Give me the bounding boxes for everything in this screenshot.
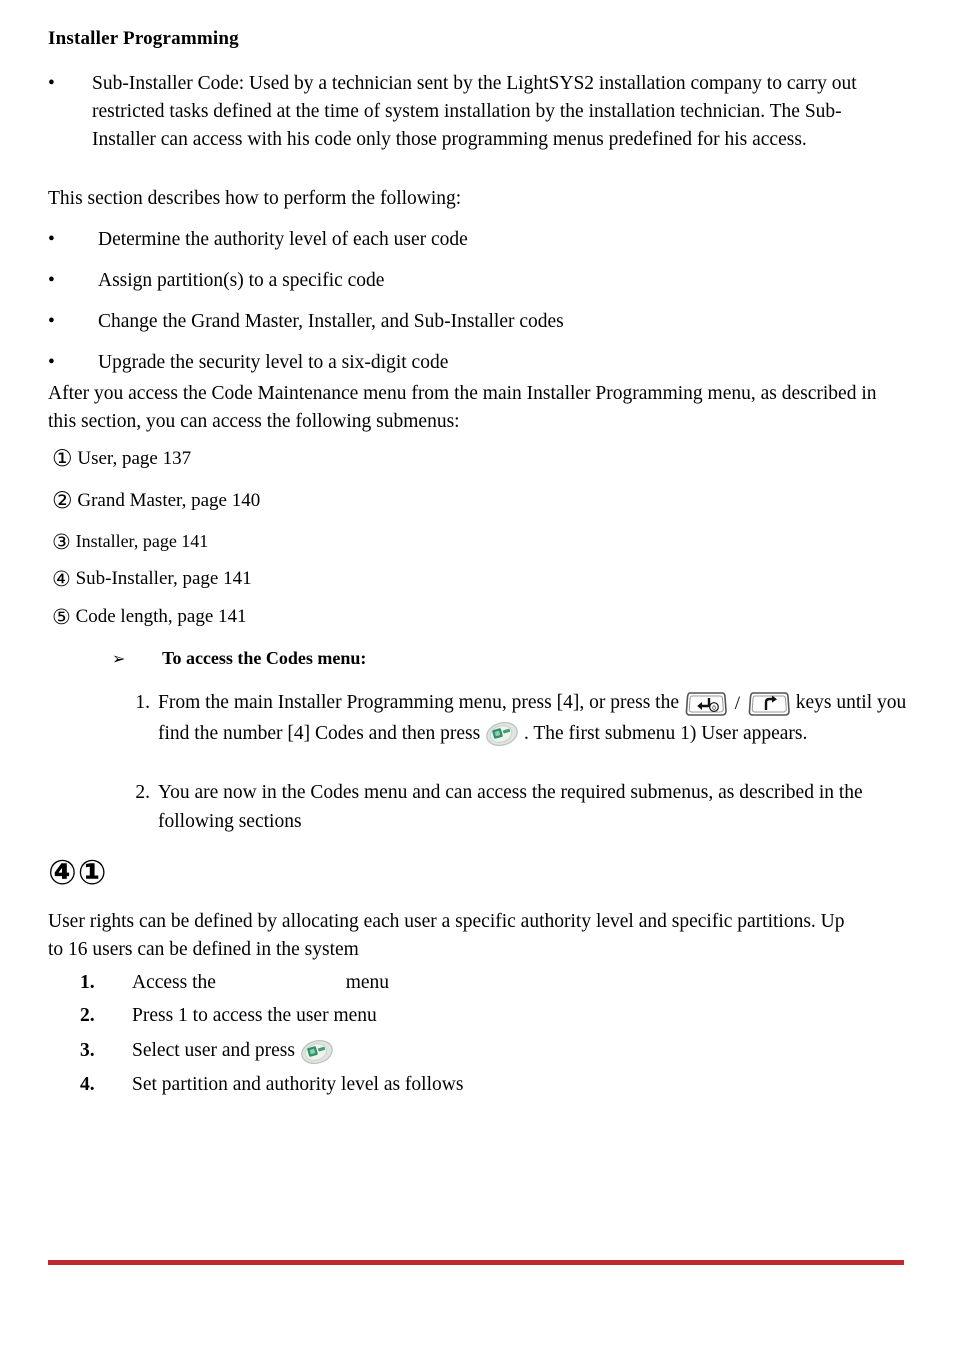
circled-number-1-icon: ①	[52, 446, 73, 472]
list-item-text: Upgrade the security level to a six-digi…	[98, 352, 449, 373]
step-text-part-a: Access the	[132, 972, 216, 993]
circled-number-3-icon: ③	[52, 530, 71, 554]
step-number: 1.	[135, 692, 150, 713]
submenu-label: Installer, page 141	[75, 531, 209, 551]
green-confirm-button-icon[interactable]	[300, 1039, 334, 1065]
document-page: Installer Programming • Sub-Installer Co…	[0, 0, 954, 1352]
step-text: Select user and press	[132, 1036, 334, 1065]
bullet-dot-icon: •	[48, 270, 55, 291]
list-item-text: Assign partition(s) to a specific code	[98, 270, 385, 291]
keypad-scroll-down-key-icon[interactable]: 0	[684, 689, 728, 719]
step-number: 4.	[80, 1074, 95, 1095]
circled-number-2-icon: ②	[52, 488, 73, 514]
section-heading-circled-markers: ④①	[48, 853, 108, 893]
step-number: 1.	[80, 972, 95, 993]
circled-number-5-icon: ⑤	[52, 605, 71, 629]
list-item: ① User, page 137	[52, 446, 191, 472]
circled-number-4-icon: ④	[52, 567, 71, 591]
list-item: ④ Sub-Installer, page 141	[52, 566, 252, 592]
bullet-dot-icon: •	[48, 311, 55, 332]
submenu-intro-text: After you access the Code Maintenance me…	[48, 383, 877, 432]
user-rights-paragraph: User rights can be defined by allocating…	[48, 911, 845, 960]
submenu-label: Code length, page 141	[75, 606, 247, 627]
procedure-heading-label: To access the Codes menu:	[162, 648, 367, 668]
step-text: Set partition and authority level as fol…	[132, 1074, 464, 1095]
list-item-text: Change the Grand Master, Installer, and …	[98, 311, 564, 332]
list-item-text: Determine the authority level of each us…	[98, 229, 468, 250]
step-text: You are now in the Codes menu and can ac…	[158, 782, 863, 832]
page-title: Installer Programming	[48, 28, 239, 49]
step-number: 2.	[135, 782, 150, 803]
bullet-dot-icon: •	[48, 352, 55, 373]
submenu-label: Grand Master, page 140	[77, 490, 261, 511]
list-item: ⑤ Code length, page 141	[52, 604, 247, 630]
list-item-text: Sub-Installer Code: Used by a technician…	[92, 73, 857, 150]
step-text: Press 1 to access the user menu	[132, 1005, 377, 1026]
list-item: ③ Installer, page 141	[52, 528, 208, 555]
bullet-dot-icon: •	[48, 229, 55, 250]
submenu-label: User, page 137	[77, 448, 192, 469]
step-text-before-keys: From the main Installer Programming menu…	[158, 692, 679, 713]
footer-divider	[48, 1260, 904, 1265]
key-separator: /	[734, 693, 741, 715]
submenu-label: Sub-Installer, page 141	[75, 568, 252, 589]
step-text-part-b: menu	[345, 972, 390, 993]
step-text: From the main Installer Programming menu…	[158, 688, 918, 748]
step-text-label: Select user and press	[132, 1040, 295, 1061]
list-item: ② Grand Master, page 140	[52, 488, 260, 514]
step-text: Access the menu	[132, 968, 389, 997]
step-number: 2.	[80, 1005, 95, 1026]
section-intro-text: This section describes how to perform th…	[48, 188, 462, 209]
keypad-scroll-up-key-icon[interactable]	[747, 689, 791, 719]
arrow-bullet-icon: ➢	[112, 649, 126, 668]
step-number: 3.	[80, 1040, 95, 1061]
procedure-heading: ➢ To access the Codes menu:	[112, 648, 366, 669]
green-confirm-button-icon[interactable]	[485, 721, 519, 747]
svg-text:0: 0	[712, 705, 716, 712]
step-text-after-confirm: . The first submenu 1) User appears.	[523, 722, 808, 744]
bullet-dot-icon: •	[48, 73, 55, 94]
